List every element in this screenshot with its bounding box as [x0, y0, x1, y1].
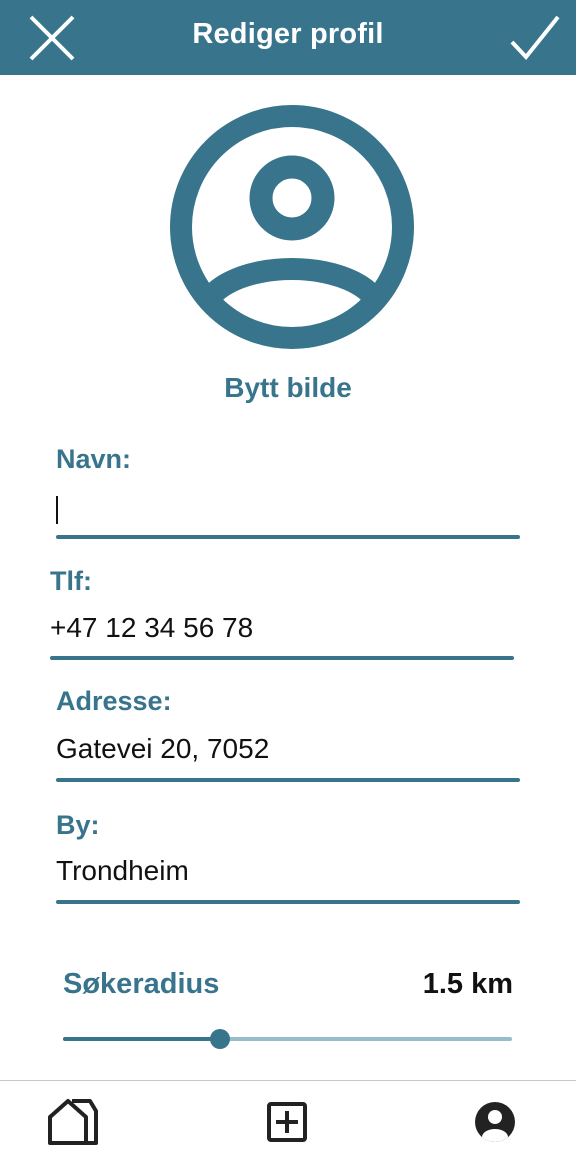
- account-circle-icon: [475, 1102, 515, 1142]
- nav-profile-button[interactable]: [474, 1101, 516, 1143]
- name-label: Navn:: [56, 444, 132, 474]
- address-field[interactable]: Gatevei 20, 7052: [56, 729, 518, 769]
- address-underline: [56, 778, 520, 782]
- save-button[interactable]: [508, 14, 562, 64]
- phone-field[interactable]: +47 12 34 56 78: [50, 608, 512, 648]
- profile-avatar[interactable]: [169, 104, 415, 350]
- nav-home-button[interactable]: [46, 1097, 100, 1147]
- change-photo-link[interactable]: Bytt bilde: [0, 372, 576, 404]
- city-underline: [56, 900, 520, 904]
- user-circle-icon: [170, 105, 414, 349]
- phone-label: Tlf:: [50, 566, 92, 596]
- bottom-navigation: [0, 1080, 576, 1156]
- address-label: Adresse:: [56, 686, 172, 716]
- nav-add-button[interactable]: [266, 1101, 308, 1143]
- name-field[interactable]: [56, 488, 518, 528]
- city-field[interactable]: Trondheim: [56, 851, 518, 891]
- search-radius-slider[interactable]: [63, 1027, 512, 1051]
- page-title: Rediger profil: [192, 18, 384, 50]
- phone-underline: [50, 656, 514, 660]
- text-cursor: [56, 495, 58, 524]
- slider-track-fill: [63, 1037, 221, 1041]
- search-radius-label: Søkeradius: [63, 968, 220, 1000]
- city-label: By:: [56, 810, 100, 840]
- name-underline: [56, 535, 520, 539]
- slider-thumb[interactable]: [210, 1029, 231, 1049]
- add-box-icon: [267, 1102, 307, 1142]
- top-app-bar: Rediger profil: [0, 0, 576, 75]
- check-icon: [510, 15, 560, 61]
- home-icon: [48, 1099, 98, 1145]
- search-radius-value: 1.5 km: [422, 968, 513, 1000]
